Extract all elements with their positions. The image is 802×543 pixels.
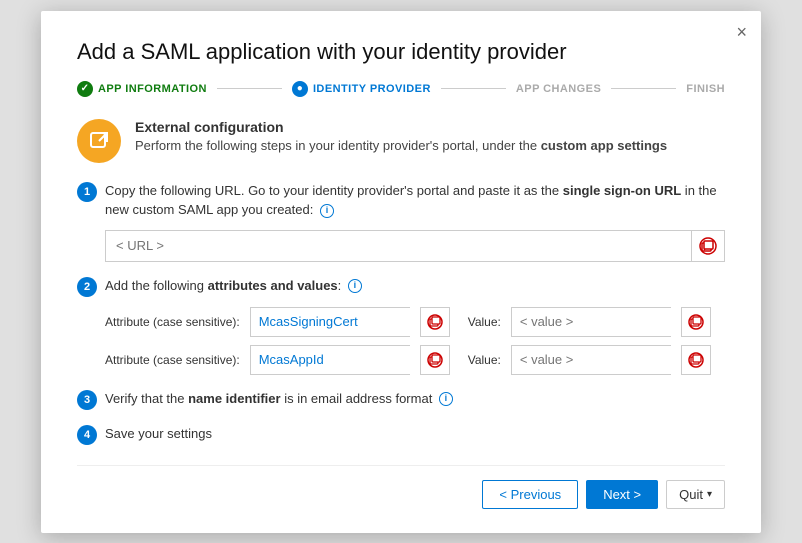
url-copy-button[interactable] — [691, 230, 725, 262]
step3-label: APP CHANGES — [516, 83, 601, 95]
step2-num: 2 — [77, 277, 97, 297]
step2-info-icon[interactable]: i — [348, 279, 362, 293]
quit-button[interactable]: Quit ▾ — [666, 480, 725, 509]
val1-input[interactable] — [511, 307, 671, 337]
instruction-1: 1 Copy the following URL. Go to your ide… — [77, 181, 725, 262]
url-input[interactable] — [105, 230, 691, 262]
step1-num: 1 — [77, 182, 97, 202]
step4-text: Save your settings — [105, 424, 725, 444]
step-line-1 — [217, 88, 282, 89]
next-button[interactable]: Next > — [586, 480, 658, 509]
ext-config-desc: Perform the following steps in your iden… — [135, 137, 725, 155]
previous-button[interactable]: < Previous — [482, 480, 578, 509]
step-finish: FINISH — [686, 83, 725, 95]
instruction-2: 2 Add the following attributes and value… — [77, 276, 725, 375]
bottom-bar: < Previous Next > Quit ▾ — [77, 465, 725, 509]
attr1-copy-button[interactable] — [420, 307, 450, 337]
step-app-changes: APP CHANGES — [516, 83, 601, 95]
step1-text: Copy the following URL. Go to your ident… — [105, 181, 725, 220]
dialog-title: Add a SAML application with your identit… — [77, 39, 725, 65]
val1-label: Value: — [468, 315, 501, 329]
val1-copy-button[interactable] — [681, 307, 711, 337]
step3-info-icon[interactable]: i — [439, 392, 453, 406]
step2-label: IDENTITY PROVIDER — [313, 83, 431, 95]
step4-num: 4 — [77, 425, 97, 445]
attributes-section: Attribute (case sensitive): Value: — [105, 307, 725, 375]
instruction-3: 3 Verify that the name identifier is in … — [77, 389, 725, 410]
step2-row: 2 Add the following attributes and value… — [77, 276, 725, 297]
step4-label: FINISH — [686, 83, 725, 95]
attr1-label: Attribute (case sensitive): — [105, 315, 240, 329]
step1-icon: ✓ — [77, 81, 93, 97]
step2-text: Add the following attributes and values:… — [105, 276, 725, 296]
val2-copy-button[interactable] — [681, 345, 711, 375]
step3-row: 3 Verify that the name identifier is in … — [77, 389, 725, 410]
attr1-input[interactable] — [250, 307, 410, 337]
attr-row-1: Attribute (case sensitive): Value: — [105, 307, 725, 337]
val2-label: Value: — [468, 353, 501, 367]
step-line-2 — [441, 88, 506, 89]
external-config-icon — [77, 119, 121, 163]
step1-row: 1 Copy the following URL. Go to your ide… — [77, 181, 725, 220]
step1-label: APP INFORMATION — [98, 83, 207, 95]
external-config-header: External configuration Perform the follo… — [77, 119, 725, 163]
saml-dialog: × Add a SAML application with your ident… — [41, 11, 761, 533]
ext-config-title: External configuration — [135, 119, 725, 135]
step4-row: 4 Save your settings — [77, 424, 725, 445]
attr2-label: Attribute (case sensitive): — [105, 353, 240, 367]
url-input-row — [105, 230, 725, 262]
attr2-copy-button[interactable] — [420, 345, 450, 375]
val2-input[interactable] — [511, 345, 671, 375]
step-line-3 — [611, 88, 676, 89]
attr2-input[interactable] — [250, 345, 410, 375]
step1-info-icon[interactable]: i — [320, 204, 334, 218]
quit-chevron-icon: ▾ — [707, 489, 712, 500]
step-identity-provider: ● IDENTITY PROVIDER — [292, 81, 431, 97]
external-config-text: External configuration Perform the follo… — [135, 119, 725, 155]
step-app-info: ✓ APP INFORMATION — [77, 81, 207, 97]
step3-num: 3 — [77, 390, 97, 410]
progress-bar: ✓ APP INFORMATION ● IDENTITY PROVIDER AP… — [77, 81, 725, 97]
attr-row-2: Attribute (case sensitive): Value: — [105, 345, 725, 375]
instruction-4: 4 Save your settings — [77, 424, 725, 445]
step3-text: Verify that the name identifier is in em… — [105, 389, 725, 409]
close-button[interactable]: × — [736, 23, 747, 41]
step2-icon: ● — [292, 81, 308, 97]
